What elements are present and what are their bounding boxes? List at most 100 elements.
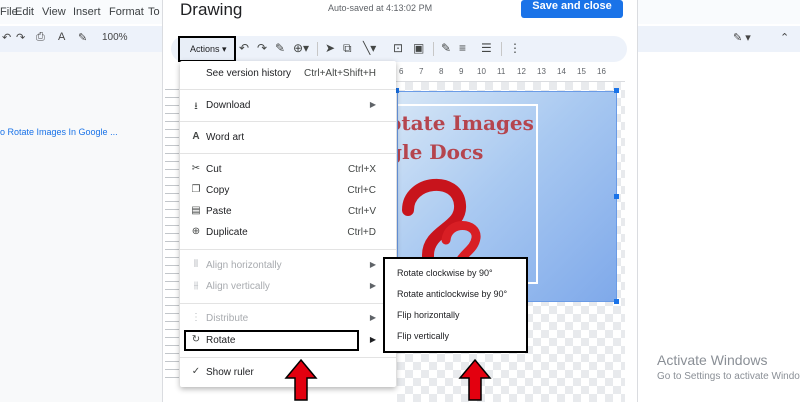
ruler-mark: 6 [399, 67, 404, 76]
submenu-arrow-icon: ▶ [369, 313, 376, 322]
ruler-mark: 16 [597, 67, 606, 76]
submenu-flip-horizontally[interactable]: Flip horizontally [397, 310, 460, 320]
menu-item-label: Copy [206, 185, 230, 196]
menu-item-label: Duplicate [206, 227, 248, 238]
activate-subtitle: Go to Settings to activate Windows. [657, 371, 800, 382]
ruler-mark: 11 [497, 67, 506, 76]
paint-format-icon[interactable]: ✎ [275, 40, 285, 56]
menu-divider [180, 249, 396, 250]
drawing-toolbar: Actions ▾ ↶ ↷ ✎ ⊕▾ ➤ ⧉ ╲▾ ⊡ ▣ ✎ ≡ ☰ ⋮ [171, 36, 627, 62]
menu-item-shortcut: Ctrl+V [347, 206, 376, 217]
submenu-rotate-anticlockwise[interactable]: Rotate anticlockwise by 90° [397, 289, 507, 299]
ruler-mark: 10 [477, 67, 486, 76]
toolbar-divider [433, 42, 434, 56]
ruler-mark: 14 [557, 67, 566, 76]
rotate-submenu: Rotate clockwise by 90° Rotate anticlock… [383, 257, 528, 353]
menu-edit[interactable]: Edit [15, 6, 34, 18]
border-dash-icon[interactable]: ☰ [481, 40, 492, 56]
submenu-arrow-icon: ▶ [369, 281, 376, 290]
spellcheck-icon[interactable]: A [58, 31, 65, 43]
rotate-highlight-box [184, 330, 359, 351]
more-options-icon[interactable]: ⋮ [509, 40, 521, 56]
activate-windows-watermark: Activate Windows Go to Settings to activ… [657, 352, 800, 382]
menu-item-label: See version history [206, 68, 292, 79]
dialog-title: Drawing [180, 0, 243, 19]
menu-divider [180, 303, 396, 304]
redo-icon[interactable]: ↷ [257, 40, 267, 56]
ruler-mark: 7 [419, 67, 424, 76]
menu-insert[interactable]: Insert [73, 6, 101, 18]
menu-item-label: Distribute [206, 313, 249, 324]
resize-handle[interactable] [614, 88, 619, 93]
select-cursor-icon[interactable]: ➤ [325, 40, 335, 56]
menu-item-word-art[interactable]: A Word art [180, 128, 396, 148]
border-color-icon[interactable]: ✎ [441, 40, 451, 56]
border-weight-icon[interactable]: ≡ [459, 40, 466, 56]
submenu-rotate-clockwise[interactable]: Rotate clockwise by 90° [397, 268, 493, 278]
align-horizontal-icon: ⫴ [193, 259, 199, 270]
menu-item-shortcut: Ctrl+Alt+Shift+H [304, 68, 376, 79]
print-icon[interactable]: ⎙ [36, 31, 45, 44]
menu-item-label: Paste [206, 206, 232, 217]
download-icon: ⭳ [194, 101, 198, 112]
image-icon[interactable]: ▣ [413, 40, 424, 56]
menu-divider [180, 153, 396, 154]
ruler-mark: 9 [459, 67, 464, 76]
save-and-close-button[interactable]: Save and close [521, 0, 623, 18]
shape-icon[interactable]: ⧉ [343, 40, 352, 56]
menu-item-copy[interactable]: ❐ Copy Ctrl+C [180, 181, 396, 201]
menu-item-label: Align vertically [206, 281, 270, 292]
undo-icon[interactable]: ↶ [2, 31, 11, 44]
paint-format-icon[interactable]: ✎ [78, 31, 87, 44]
submenu-arrow-icon: ▶ [369, 260, 376, 269]
menu-item-label: Align horizontally [206, 260, 282, 271]
editing-mode-icon[interactable]: ✎ ▾ [733, 31, 751, 44]
ruler-mark: 8 [439, 67, 444, 76]
duplicate-icon: ⊕ [191, 226, 201, 237]
align-vertical-icon: ⫵ [193, 280, 199, 291]
resize-handle[interactable] [614, 194, 619, 199]
zoom-icon[interactable]: ⊕▾ [293, 40, 309, 56]
menu-view[interactable]: View [42, 6, 66, 18]
menu-item-align-vertically: ⫵ Align vertically ▶ [180, 277, 396, 297]
image-text-line1: otate Images [397, 111, 534, 135]
vertical-ruler [165, 82, 179, 382]
menu-item-paste[interactable]: ▤ Paste Ctrl+V [180, 202, 396, 222]
menu-item-shortcut: Ctrl+C [347, 185, 376, 196]
menu-item-download[interactable]: ⭳ Download ▶ [180, 96, 396, 116]
submenu-arrow-icon: ▶ [369, 335, 376, 344]
submenu-arrow-icon: ▶ [369, 100, 376, 109]
ruler-mark: 12 [517, 67, 526, 76]
submenu-flip-vertically[interactable]: Flip vertically [397, 331, 449, 341]
clipboard-icon: ▤ [191, 205, 201, 216]
redo-icon[interactable]: ↷ [16, 31, 25, 44]
menu-tools[interactable]: To [148, 6, 160, 18]
copy-icon: ❐ [191, 184, 201, 195]
menu-item-distribute: ⋮ Distribute ▶ [180, 309, 396, 329]
menu-item-label: Cut [206, 164, 222, 175]
scissors-icon: ✂ [191, 163, 201, 174]
outline-heading[interactable]: o Rotate Images In Google ... [0, 127, 118, 137]
checkmark-icon: ✓ [191, 366, 201, 377]
line-icon[interactable]: ╲▾ [363, 40, 376, 56]
annotation-arrow-up-icon [284, 358, 318, 401]
menu-item-shortcut: Ctrl+D [347, 227, 376, 238]
toolbar-divider [501, 42, 502, 56]
distribute-icon: ⋮ [191, 312, 201, 323]
menu-item-version-history[interactable]: See version history Ctrl+Alt+Shift+H [180, 64, 396, 84]
actions-menu-button[interactable]: Actions ▾ [178, 36, 236, 62]
menu-divider [180, 121, 396, 122]
menu-format[interactable]: Format [109, 6, 144, 18]
menu-divider [180, 89, 396, 90]
menu-item-duplicate[interactable]: ⊕ Duplicate Ctrl+D [180, 223, 396, 243]
text-box-icon[interactable]: ⊡ [393, 40, 403, 56]
resize-handle[interactable] [614, 299, 619, 304]
docs-outline-panel [0, 52, 162, 402]
collapse-icon[interactable]: ⌃ [780, 31, 789, 44]
undo-icon[interactable]: ↶ [239, 40, 249, 56]
menu-item-cut[interactable]: ✂ Cut Ctrl+X [180, 160, 396, 180]
zoom-select[interactable]: 100% [102, 32, 128, 43]
menu-item-label: Download [206, 100, 251, 111]
autosave-status: Auto-saved at 4:13:02 PM [328, 3, 433, 13]
menu-item-label: Show ruler [206, 367, 254, 378]
